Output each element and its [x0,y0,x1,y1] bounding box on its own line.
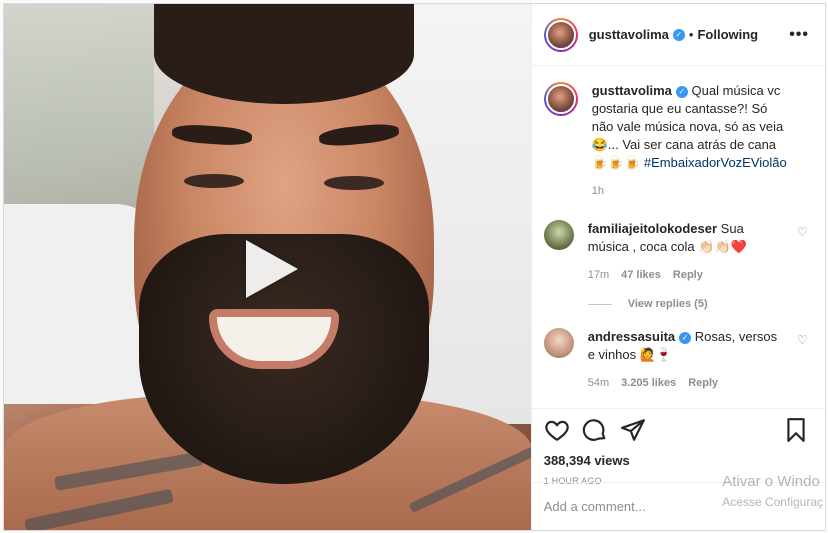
video-frame-eye [324,176,384,190]
video-frame-eye [184,174,244,188]
avatar[interactable] [543,82,578,116]
comment-icon[interactable] [582,417,608,443]
heart-icon[interactable]: ♡ [797,226,809,238]
post-video[interactable] [4,4,531,530]
caption: gusttavolima ✓ Qual música vc gostaria qu… [543,82,809,200]
share-icon[interactable] [620,417,646,443]
verified-icon: ✓ [672,28,685,41]
comment-username[interactable]: andressasuita [588,329,675,344]
views-count[interactable]: 388,394 views [544,453,809,468]
comment-time[interactable]: 54m [588,374,609,392]
comment-likes[interactable]: 47 likes [621,266,661,284]
heart-icon[interactable] [544,417,570,443]
verified-icon: ✓ [679,331,692,344]
more-icon[interactable]: ••• [789,26,809,44]
avatar[interactable] [543,220,574,250]
heart-icon[interactable]: ♡ [797,334,809,346]
caption-time[interactable]: 1h [592,182,604,200]
bookmark-icon[interactable] [783,417,809,443]
view-replies-button[interactable]: View replies (5) [588,298,809,310]
post-actions: 388,394 views 1 HOUR AGO [531,408,825,486]
comment-time[interactable]: 17m [588,266,609,284]
post-side-panel: gusttavolima ✓ • Following ••• gusttavol… [530,4,825,530]
avatar[interactable] [543,328,574,358]
following-button[interactable]: Following [697,27,758,42]
separator-dot: • [688,27,694,42]
comment-input[interactable] [543,499,744,514]
comment: andressasuita ✓ Rosas, versos e vinhos 🙋🍷… [543,328,809,392]
comment-username[interactable]: familiajeitolokodeser [588,221,717,236]
comment-reply-button[interactable]: Reply [673,266,703,284]
header-username[interactable]: gusttavolima [589,27,669,42]
video-frame-hair [154,4,414,104]
post-container: gusttavolima ✓ • Following ••• gusttavol… [3,3,826,531]
comments-list[interactable]: gusttavolima ✓ Qual música vc gostaria qu… [532,66,825,408]
avatar[interactable] [543,17,578,52]
caption-hashtag[interactable]: #EmbaixadorVozEViolão [644,155,787,170]
comment: familiajeitolokodeser Sua música , coca … [543,220,809,284]
caption-username[interactable]: gusttavolima [592,83,672,98]
post-header: gusttavolima ✓ • Following ••• [531,4,825,66]
add-comment-bar [531,482,825,530]
comment-likes[interactable]: 3.205 likes [621,374,676,392]
verified-icon: ✓ [675,85,688,98]
play-icon[interactable] [246,240,298,298]
comment-reply-button[interactable]: Reply [688,374,718,392]
